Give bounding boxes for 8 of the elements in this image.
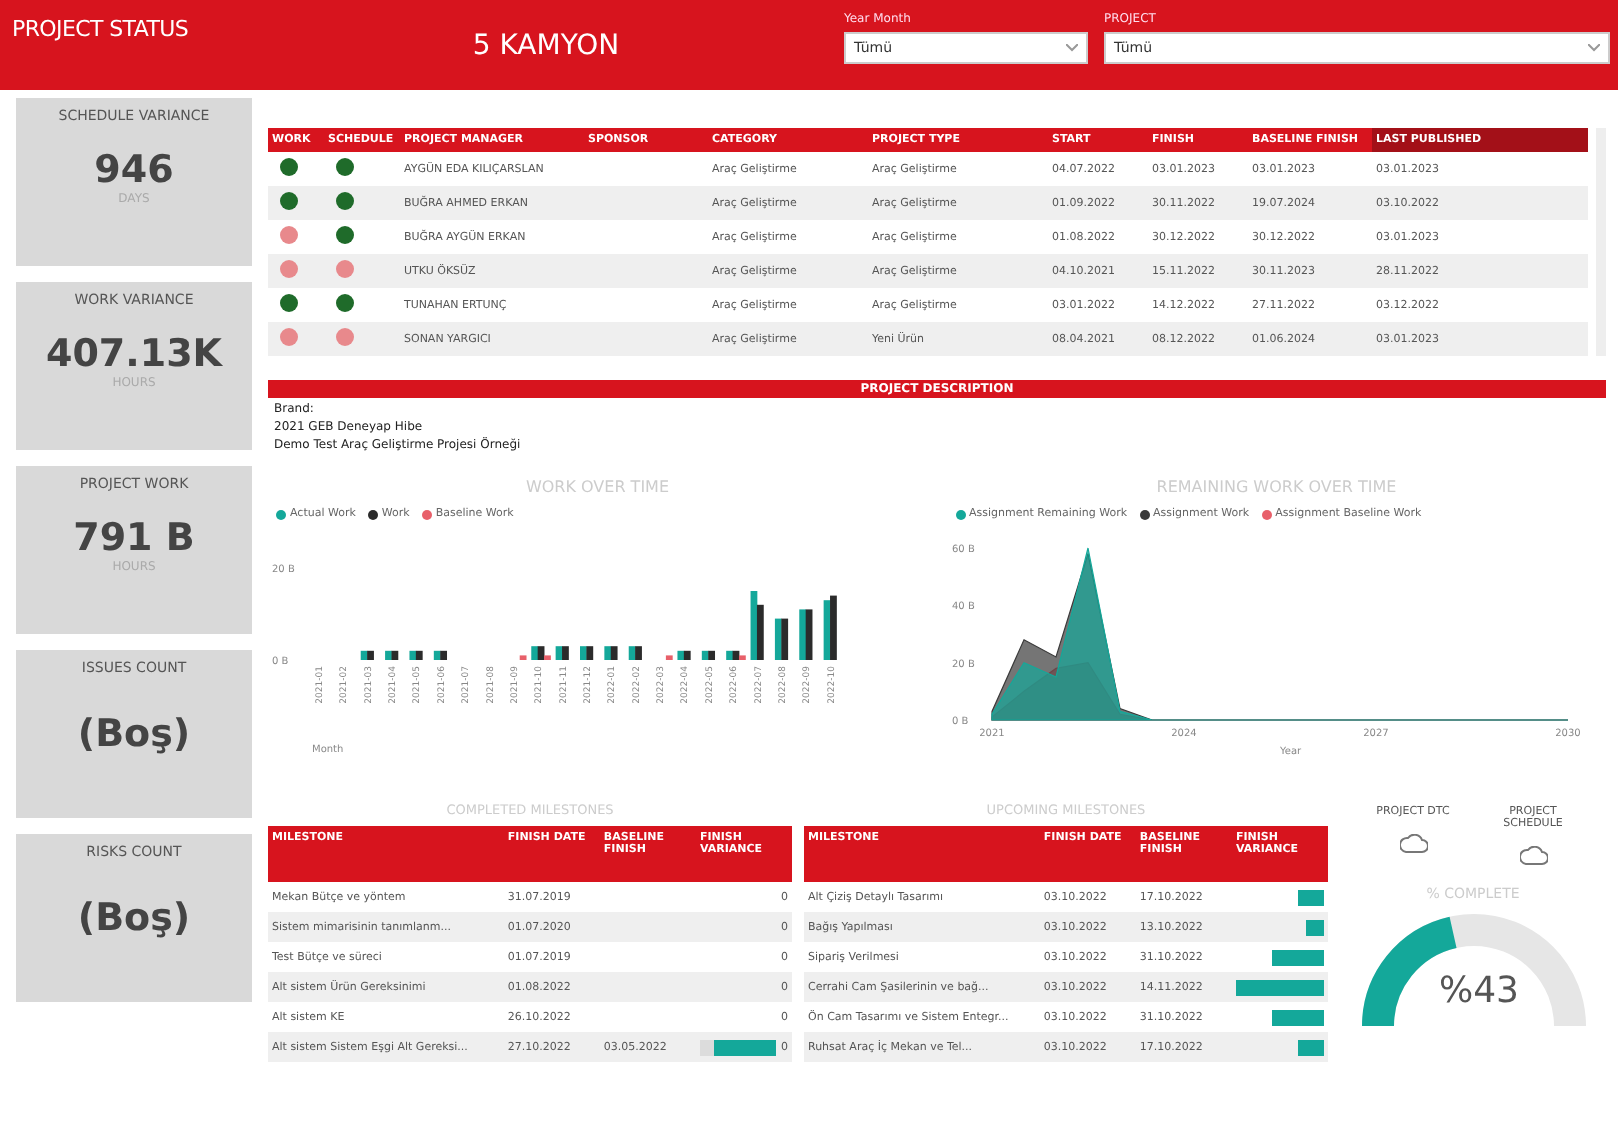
kpi-value: 946 — [94, 148, 174, 192]
kpi-value: (Boş) — [77, 896, 191, 940]
page-title: PROJECT STATUS — [10, 14, 191, 46]
kpi-value: 407.13K — [45, 332, 223, 376]
kpi-value: 791 B — [73, 516, 195, 560]
kpi-value: (Boş) — [77, 712, 191, 756]
gauge-value: %43 — [1439, 970, 1520, 1012]
project-name: 5 KAMYON — [470, 27, 622, 65]
